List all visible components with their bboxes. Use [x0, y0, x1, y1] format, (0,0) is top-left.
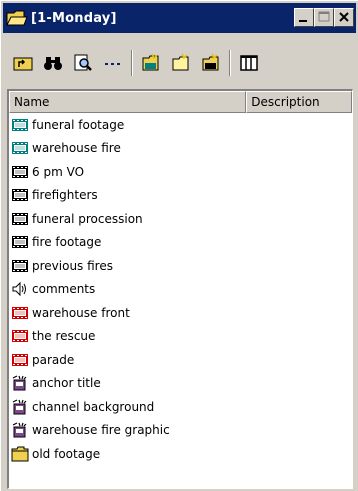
list-item[interactable]: warehouse fire graphic	[9, 419, 352, 443]
minimize-button[interactable]	[294, 8, 314, 27]
toolbar	[3, 41, 356, 85]
title-tool-icon	[12, 375, 27, 391]
maximize-icon	[318, 11, 330, 22]
new-sequence-button[interactable]	[199, 51, 223, 75]
film-black-icon	[12, 189, 28, 202]
column-name-header[interactable]: Name	[9, 91, 247, 113]
item-label: comments	[32, 282, 96, 297]
new-bin-button[interactable]	[139, 51, 163, 75]
view-columns-button[interactable]	[237, 51, 261, 75]
list-item[interactable]: the rescue	[9, 325, 352, 349]
find-clip-button[interactable]	[71, 51, 95, 75]
list-item[interactable]: warehouse front	[9, 301, 352, 325]
film-red-icon	[12, 353, 28, 366]
ellipsis-icon	[105, 63, 120, 65]
title-tool-icon	[12, 399, 27, 415]
item-label: funeral footage	[32, 117, 125, 132]
window-title: [1-Monday]	[31, 10, 117, 26]
new-bin-icon	[142, 53, 159, 71]
film-black-icon	[12, 236, 28, 249]
speaker-icon	[12, 282, 26, 297]
item-label: funeral procession	[32, 211, 143, 226]
item-list: funeral footage warehouse fire 6 pm VO f…	[9, 113, 352, 466]
close-icon	[339, 12, 349, 22]
film-teal-icon	[12, 142, 28, 155]
list-item[interactable]: previous fires	[9, 254, 352, 278]
find-button[interactable]	[41, 51, 65, 75]
close-button[interactable]	[334, 8, 354, 27]
item-label: firefighters	[32, 188, 98, 203]
list-item[interactable]: old footage	[9, 442, 352, 466]
item-label: parade	[32, 352, 75, 367]
film-black-icon	[12, 165, 28, 178]
minimize-icon	[299, 20, 307, 22]
new-sequence-icon	[202, 53, 219, 71]
item-label: previous fires	[32, 258, 113, 273]
up-folder-icon	[13, 57, 33, 71]
film-red-icon	[12, 306, 28, 319]
toolbar-separator	[229, 50, 231, 76]
film-black-icon	[12, 259, 28, 272]
list-item[interactable]: 6 pm VO	[9, 160, 352, 184]
item-label: channel background	[32, 399, 155, 414]
item-label: warehouse front	[32, 305, 130, 320]
list-item[interactable]: funeral footage	[9, 113, 352, 137]
list-item[interactable]: parade	[9, 348, 352, 372]
item-label: old footage	[32, 446, 101, 461]
column-header: Name Description	[9, 91, 352, 113]
folder-open-icon	[6, 10, 28, 26]
film-teal-icon	[12, 118, 28, 131]
item-label: warehouse fire graphic	[32, 423, 170, 438]
film-black-icon	[12, 212, 28, 225]
list-item[interactable]: fire footage	[9, 231, 352, 255]
title-tool-icon	[12, 422, 27, 438]
bin-window: [1-Monday] Name Description funeral foot…	[0, 0, 358, 491]
toolbar-separator	[131, 50, 133, 76]
new-folder-icon	[172, 53, 189, 71]
list-item[interactable]: firefighters	[9, 184, 352, 208]
more-button[interactable]	[101, 51, 125, 75]
up-folder-button[interactable]	[11, 51, 35, 75]
columns-icon	[240, 55, 258, 71]
title-bar[interactable]: [1-Monday]	[3, 3, 356, 33]
bin-list[interactable]: Name Description funeral footage warehou…	[7, 89, 353, 489]
item-label: anchor title	[32, 376, 101, 391]
list-item[interactable]: channel background	[9, 395, 352, 419]
list-item[interactable]: funeral procession	[9, 207, 352, 231]
maximize-button[interactable]	[314, 8, 334, 27]
column-description-header[interactable]: Description	[246, 91, 352, 113]
item-label: the rescue	[32, 329, 96, 344]
list-item[interactable]: comments	[9, 278, 352, 302]
list-item[interactable]: warehouse fire	[9, 137, 352, 161]
magnifier-page-icon	[74, 54, 92, 71]
item-label: fire footage	[32, 235, 102, 250]
list-item[interactable]: anchor title	[9, 372, 352, 396]
folder-icon	[11, 446, 29, 462]
binoculars-icon	[44, 57, 62, 70]
new-folder-button[interactable]	[169, 51, 193, 75]
item-label: warehouse fire	[32, 141, 121, 156]
film-red-icon	[12, 330, 28, 343]
item-label: 6 pm VO	[32, 164, 85, 179]
